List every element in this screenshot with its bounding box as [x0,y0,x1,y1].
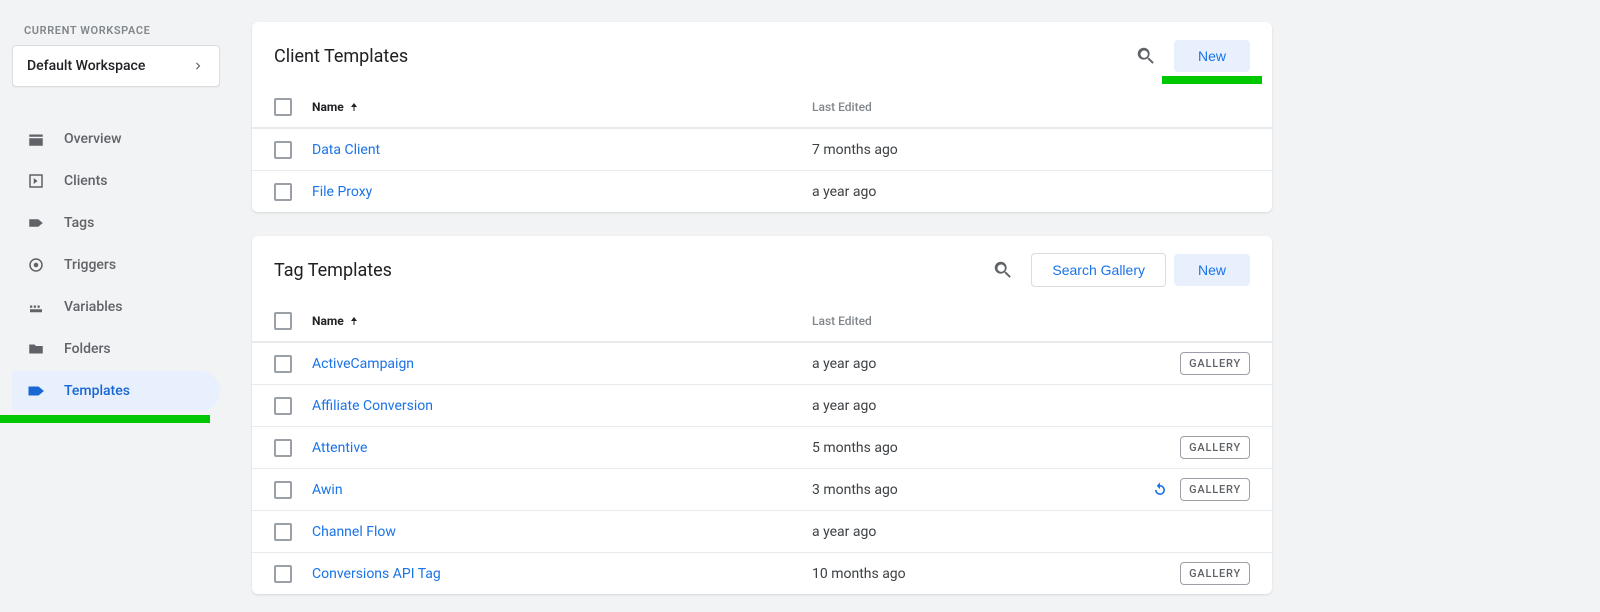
table-header: Name Last Edited [252,300,1272,342]
last-edited: a year ago [812,356,1092,372]
panel-title: Tag Templates [274,260,983,281]
row-checkbox[interactable] [274,565,292,583]
template-link[interactable]: Attentive [312,440,367,456]
highlight-annotation [0,415,210,423]
last-edited: a year ago [812,524,1092,540]
panel-header: Tag Templates Search Gallery New [252,236,1272,300]
row-checkbox[interactable] [274,523,292,541]
row-checkbox[interactable] [274,141,292,159]
sidebar-item-triggers[interactable]: Triggers [12,245,220,285]
last-edited: 10 months ago [812,566,1092,582]
highlight-annotation [1162,76,1262,84]
row-checkbox[interactable] [274,355,292,373]
column-header-name[interactable]: Name [312,314,812,328]
sidebar-item-folders[interactable]: Folders [12,329,220,369]
template-link[interactable]: ActiveCampaign [312,356,414,372]
panel-title: Client Templates [274,46,1126,67]
table-row: Affiliate Conversion a year ago [252,384,1272,426]
table-row: Channel Flow a year ago [252,510,1272,552]
search-icon [992,259,1014,281]
search-button[interactable] [983,250,1023,290]
last-edited: 7 months ago [812,142,1092,158]
sidebar-item-label: Folders [64,341,111,357]
search-button[interactable] [1126,36,1166,76]
search-icon [1135,45,1157,67]
gallery-badge: GALLERY [1180,436,1250,459]
table-row: Awin 3 months ago GALLERY [252,468,1272,510]
sort-asc-icon [348,101,360,113]
new-tag-template-button[interactable]: New [1174,254,1250,286]
table-row: File Proxy a year ago [252,170,1272,212]
table-row: Attentive 5 months ago GALLERY [252,426,1272,468]
workspace-selector[interactable]: Default Workspace [12,45,220,87]
table-row: Data Client 7 months ago [252,128,1272,170]
table-row: ActiveCampaign a year ago GALLERY [252,342,1272,384]
sidebar-item-label: Clients [64,173,107,189]
sidebar-item-label: Variables [64,299,122,315]
column-header-last-edited[interactable]: Last Edited [812,314,1092,328]
workspace-section-label: CURRENT WORKSPACE [12,20,220,45]
table-header: Name Last Edited [252,86,1272,128]
template-link[interactable]: Data Client [312,142,380,158]
last-edited: a year ago [812,398,1092,414]
sidebar: CURRENT WORKSPACE Default Workspace Over… [0,10,232,612]
client-templates-panel: Client Templates New Name Last Edited [252,22,1272,212]
workspace-name: Default Workspace [27,58,145,74]
last-edited: 3 months ago [812,482,1092,498]
column-header-name[interactable]: Name [312,100,812,114]
sidebar-nav: Overview Clients Tags Triggers [12,119,220,411]
new-client-template-button[interactable]: New [1174,40,1250,72]
gallery-badge: GALLERY [1180,478,1250,501]
templates-icon [26,381,46,401]
row-checkbox[interactable] [274,183,292,201]
sidebar-item-label: Tags [64,215,94,231]
template-link[interactable]: Affiliate Conversion [312,398,433,414]
template-link[interactable]: File Proxy [312,184,372,200]
row-checkbox[interactable] [274,397,292,415]
sidebar-item-templates[interactable]: Templates [12,371,220,411]
clients-icon [26,171,46,191]
overview-icon [26,129,46,149]
template-link[interactable]: Awin [312,482,343,498]
column-header-last-edited[interactable]: Last Edited [812,100,1092,114]
last-edited: a year ago [812,184,1092,200]
tags-icon [26,213,46,233]
gallery-badge: GALLERY [1180,352,1250,375]
tag-templates-panel: Tag Templates Search Gallery New Name [252,236,1272,594]
search-gallery-button[interactable]: Search Gallery [1031,253,1166,287]
sidebar-item-label: Templates [64,383,130,399]
triggers-icon [26,255,46,275]
panel-header: Client Templates New [252,22,1272,86]
template-link[interactable]: Channel Flow [312,524,396,540]
select-all-checkbox[interactable] [274,98,292,116]
last-edited: 5 months ago [812,440,1092,456]
sidebar-item-label: Overview [64,131,121,147]
row-checkbox[interactable] [274,481,292,499]
sidebar-item-variables[interactable]: Variables [12,287,220,327]
folders-icon [26,339,46,359]
main-content: Client Templates New Name Last Edited [232,10,1272,612]
template-link[interactable]: Conversions API Tag [312,566,441,582]
select-all-checkbox[interactable] [274,312,292,330]
update-available-icon[interactable] [1150,480,1170,500]
table-row: Conversions API Tag 10 months ago GALLERY [252,552,1272,594]
gallery-badge: GALLERY [1180,562,1250,585]
row-checkbox[interactable] [274,439,292,457]
sort-asc-icon [348,315,360,327]
sidebar-item-label: Triggers [64,257,116,273]
chevron-right-icon [191,59,205,73]
sidebar-item-overview[interactable]: Overview [12,119,220,159]
sidebar-item-clients[interactable]: Clients [12,161,220,201]
variables-icon [26,297,46,317]
sidebar-item-tags[interactable]: Tags [12,203,220,243]
